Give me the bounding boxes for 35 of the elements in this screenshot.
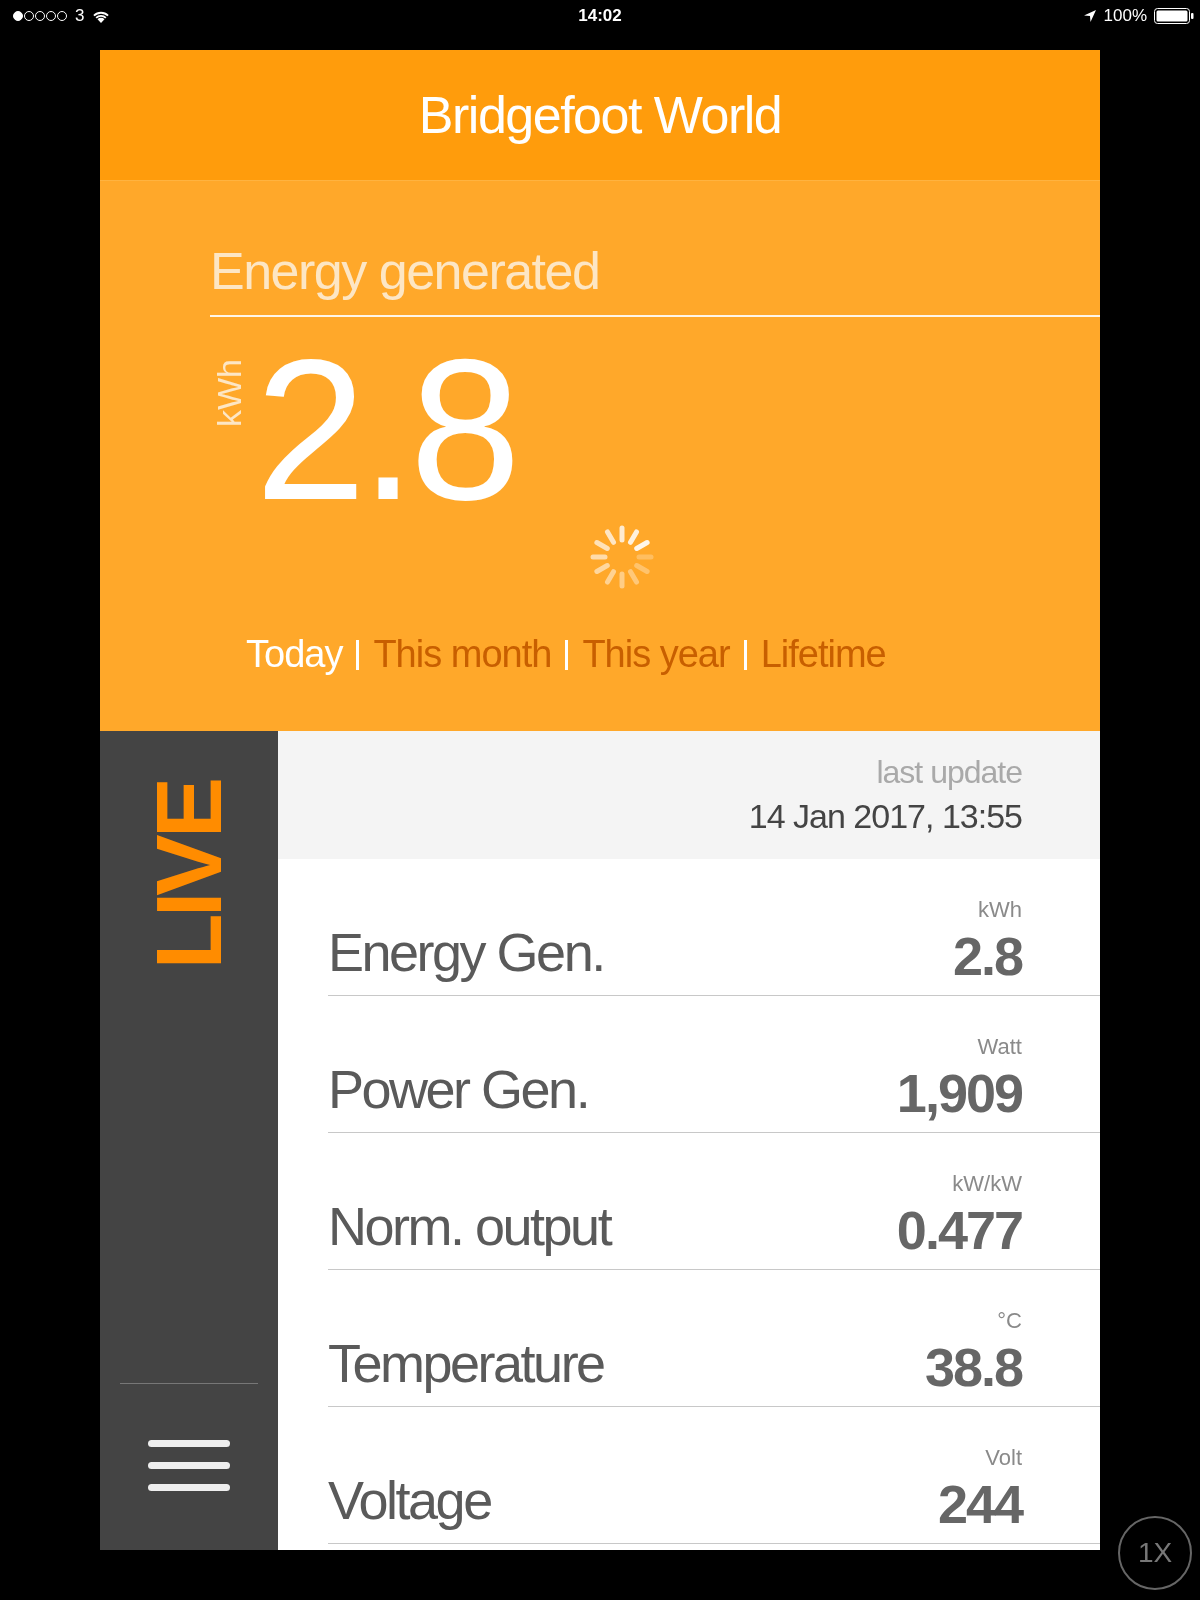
last-update-time: 14 Jan 2017, 13:55 xyxy=(748,797,1022,836)
reading-unit: °C xyxy=(997,1308,1022,1334)
battery-icon xyxy=(1154,8,1194,24)
reading-value: 244 xyxy=(937,1477,1022,1531)
period-tab[interactable]: Today xyxy=(246,633,343,676)
reading-unit: Volt xyxy=(985,1445,1022,1471)
reading-value: 0.477 xyxy=(896,1203,1022,1257)
reading-unit: kWh xyxy=(978,897,1022,923)
last-update-label: last update xyxy=(876,754,1022,791)
period-tab[interactable]: This year xyxy=(582,633,730,676)
clock-time: 14:02 xyxy=(578,6,622,26)
reading-unit: kW/kW xyxy=(952,1171,1022,1197)
reading-name: Norm. output xyxy=(328,1195,611,1257)
location-arrow-icon xyxy=(1082,9,1097,23)
zoom-button[interactable]: 1X xyxy=(1118,1516,1192,1590)
reading-value: 2.8 xyxy=(952,929,1022,983)
battery-percent: 100% xyxy=(1103,6,1147,26)
reading-name: Voltage xyxy=(328,1469,491,1531)
menu-icon xyxy=(148,1440,230,1492)
reading-unit: Watt xyxy=(977,1034,1022,1060)
energy-value: 2.8 xyxy=(255,335,516,525)
reading-name: Power Gen. xyxy=(328,1058,589,1120)
energy-unit: kWh xyxy=(210,359,249,427)
period-tab[interactable]: Lifetime xyxy=(760,633,886,676)
reading-value: 1,909 xyxy=(896,1066,1022,1120)
carrier-name: 3 xyxy=(75,6,85,26)
signal-icon xyxy=(12,10,68,22)
reading-name: Energy Gen. xyxy=(328,921,604,983)
app-title: Bridgefoot World xyxy=(418,85,782,145)
energy-heading: Energy generated xyxy=(210,241,1100,317)
menu-button[interactable] xyxy=(148,1440,230,1492)
period-tab[interactable]: This month xyxy=(373,633,552,676)
reading-value: 38.8 xyxy=(924,1340,1022,1394)
reading-name: Temperature xyxy=(328,1332,604,1394)
live-label: LIVE xyxy=(136,781,241,970)
